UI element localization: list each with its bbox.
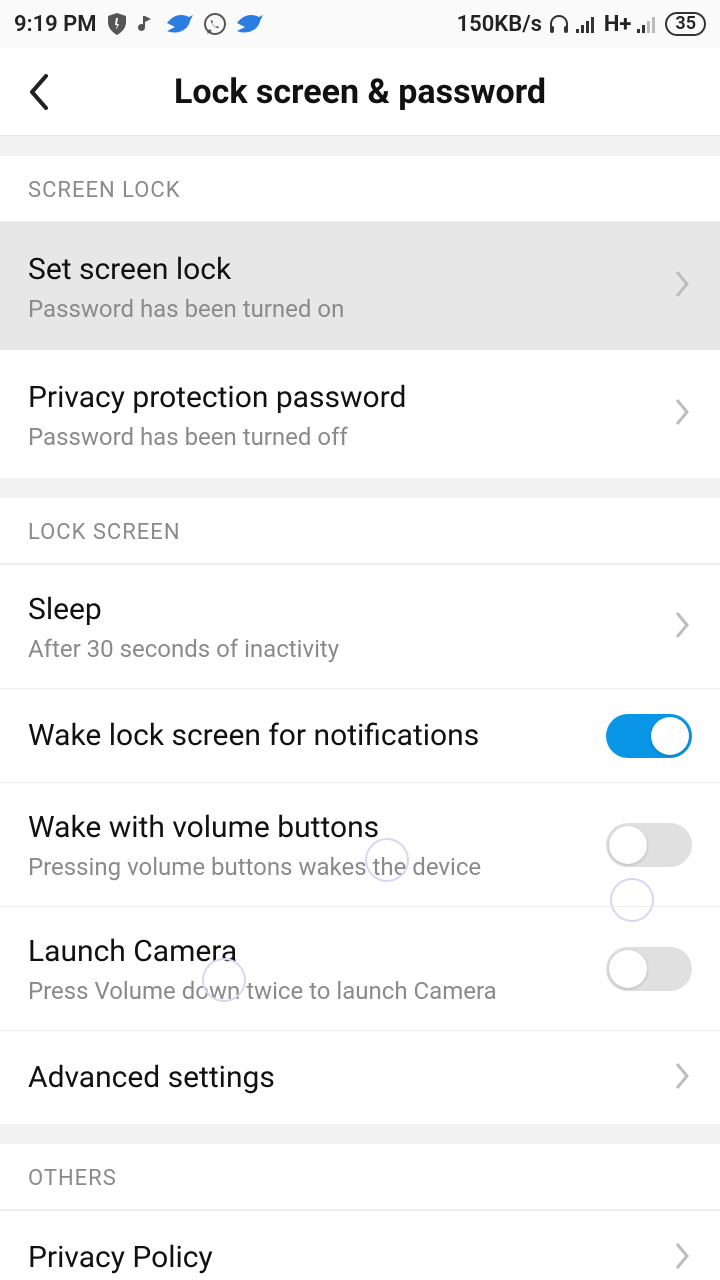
row-title: Wake lock screen for notifications — [28, 716, 606, 755]
chevron-right-icon — [674, 610, 692, 644]
section-header-screen-lock: SCREEN LOCK — [0, 156, 720, 222]
bird-icon — [167, 13, 193, 35]
row-privacy-protection[interactable]: Privacy protection password Password has… — [0, 350, 720, 478]
shield-icon — [107, 13, 127, 35]
row-title: Wake with volume buttons — [28, 808, 606, 847]
page-title: Lock screen & password — [60, 72, 660, 112]
battery-icon: 35 — [665, 12, 706, 36]
section-gap — [0, 478, 720, 498]
row-subtitle: After 30 seconds of inactivity — [28, 635, 674, 663]
chevron-right-icon — [674, 1241, 692, 1275]
status-net-speed: 150KB/s — [457, 12, 542, 37]
whatsapp-icon — [203, 12, 227, 36]
music-note-icon — [137, 13, 157, 35]
row-wake-notifications[interactable]: Wake lock screen for notifications — [0, 688, 720, 782]
row-title: Launch Camera — [28, 932, 606, 971]
status-network-type: H+ — [604, 12, 632, 37]
row-title: Sleep — [28, 590, 674, 629]
row-subtitle: Password has been turned on — [28, 295, 674, 323]
row-sleep[interactable]: Sleep After 30 seconds of inactivity — [0, 564, 720, 688]
chevron-right-icon — [674, 397, 692, 431]
chevron-right-icon — [674, 1061, 692, 1095]
chevron-right-icon — [674, 269, 692, 303]
row-title: Privacy protection password — [28, 378, 674, 417]
signal-icon — [637, 15, 659, 33]
headphones-icon — [548, 13, 570, 35]
status-time: 9:19 PM — [14, 12, 97, 37]
bird-icon — [237, 13, 263, 35]
row-privacy-policy[interactable]: Privacy Policy — [0, 1210, 720, 1280]
back-button[interactable] — [20, 72, 60, 112]
row-set-screen-lock[interactable]: Set screen lock Password has been turned… — [0, 222, 720, 350]
section-gap — [0, 136, 720, 156]
toggle-wake-notifications[interactable] — [606, 714, 692, 758]
row-launch-camera[interactable]: Launch Camera Press Volume down twice to… — [0, 906, 720, 1030]
section-gap — [0, 1124, 720, 1144]
row-advanced-settings[interactable]: Advanced settings — [0, 1030, 720, 1124]
app-bar: Lock screen & password — [0, 48, 720, 136]
signal-icon — [576, 15, 598, 33]
row-subtitle: Pressing volume buttons wakes the device — [28, 853, 606, 881]
row-wake-volume[interactable]: Wake with volume buttons Pressing volume… — [0, 782, 720, 906]
row-title: Advanced settings — [28, 1058, 674, 1097]
chevron-left-icon — [26, 72, 54, 112]
row-subtitle: Password has been turned off — [28, 423, 674, 451]
row-subtitle: Press Volume down twice to launch Camera — [28, 977, 606, 1005]
row-title: Set screen lock — [28, 250, 674, 289]
status-bar: 9:19 PM 150KB/s H+ 35 — [0, 0, 720, 48]
toggle-launch-camera[interactable] — [606, 947, 692, 991]
section-header-lock-screen: LOCK SCREEN — [0, 498, 720, 564]
toggle-wake-volume[interactable] — [606, 823, 692, 867]
section-header-others: OTHERS — [0, 1144, 720, 1210]
row-title: Privacy Policy — [28, 1238, 674, 1277]
